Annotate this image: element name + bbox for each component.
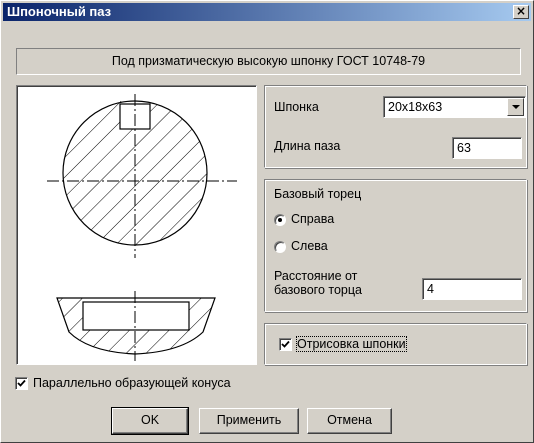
dialog-window: Шпоночный паз × Под призматическую высок… — [0, 0, 534, 443]
distance-label: Расстояние от базового торца — [274, 269, 362, 297]
checkmark-icon — [281, 340, 290, 348]
close-icon: × — [515, 4, 527, 18]
length-label: Длина паза — [274, 139, 341, 153]
base-face-title: Базовый торец — [274, 187, 362, 201]
keyway-drawing — [47, 94, 237, 361]
apply-button[interactable]: Применить — [199, 408, 299, 434]
preview-drawing — [16, 85, 257, 365]
window-title: Шпоночный паз — [7, 4, 112, 19]
cancel-button-label: Отмена — [327, 413, 372, 427]
length-input[interactable]: 63 — [452, 137, 522, 159]
distance-label-line2: базового торца — [274, 283, 362, 297]
radio-left-label[interactable]: Слева — [291, 239, 328, 253]
parallel-checkbox[interactable] — [15, 377, 28, 390]
description-text: Под призматическую высокую шпонку ГОСТ 1… — [111, 54, 426, 68]
radio-left[interactable] — [274, 241, 286, 253]
key-select-value: 20x18x63 — [388, 100, 443, 114]
apply-button-label: Применить — [216, 413, 282, 427]
radio-right-label[interactable]: Справа — [291, 212, 334, 226]
length-value: 63 — [457, 141, 471, 155]
draw-key-checkbox[interactable] — [279, 338, 292, 351]
cancel-button[interactable]: Отмена — [307, 408, 392, 434]
key-label: Шпонка — [274, 100, 319, 114]
distance-value: 4 — [427, 282, 434, 296]
key-select[interactable]: 20x18x63 — [383, 96, 526, 118]
draw-key-label[interactable]: Отрисовка шпонки — [296, 336, 407, 352]
chevron-down-icon[interactable] — [507, 98, 524, 116]
ok-button[interactable]: OK — [111, 407, 189, 435]
checkmark-icon — [17, 379, 26, 387]
ok-button-label: OK — [140, 413, 160, 427]
distance-label-line1: Расстояние от — [274, 269, 358, 283]
parallel-label[interactable]: Параллельно образующей конуса — [33, 376, 231, 390]
distance-input[interactable]: 4 — [422, 278, 522, 300]
title-bar[interactable]: Шпоночный паз × — [3, 3, 531, 21]
close-button[interactable]: × — [513, 5, 529, 19]
radio-right[interactable] — [274, 214, 286, 226]
description-panel: Под призматическую высокую шпонку ГОСТ 1… — [16, 48, 521, 75]
